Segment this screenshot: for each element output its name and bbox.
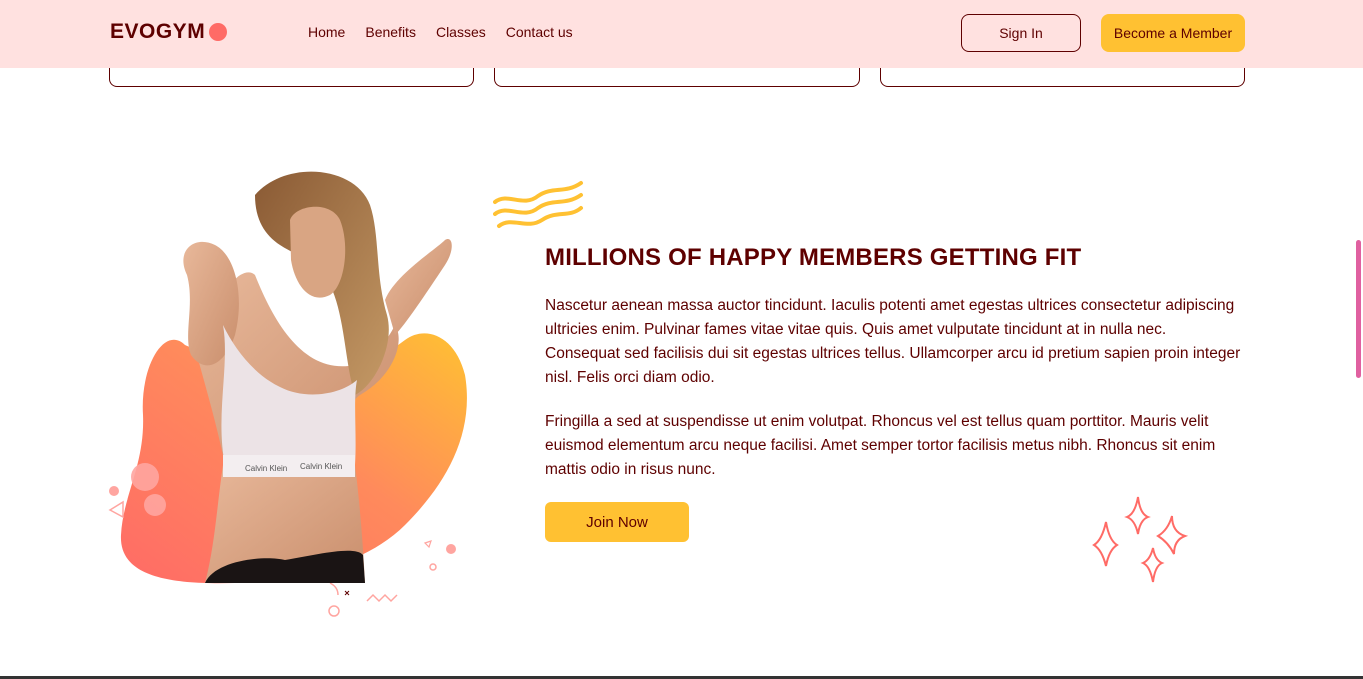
waistband-text-2: Calvin Klein	[300, 462, 342, 471]
scrollbar-thumb[interactable]	[1356, 240, 1361, 378]
nav-link-contact[interactable]: Contact us	[506, 24, 573, 40]
section-paragraph-1: Nascetur aenean massa auctor tincidunt. …	[545, 297, 1241, 386]
section-heading: MILLIONS OF HAPPY MEMBERS GETTING FIT	[545, 244, 1082, 271]
sign-in-button[interactable]: Sign In	[961, 14, 1081, 52]
section-paragraph-2: Fringilla a sed at suspendisse ut enim v…	[545, 413, 1216, 478]
logo-dot-icon	[209, 23, 228, 41]
top-navbar: EVOGYM Home Benefits Classes Contact us …	[0, 0, 1363, 68]
join-now-button[interactable]: Join Now	[545, 502, 689, 542]
nav-link-benefits[interactable]: Benefits	[365, 24, 416, 40]
nav-links: Home Benefits Classes Contact us	[308, 24, 573, 40]
hero-image: Calvin Klein Calvin Klein	[105, 165, 475, 625]
waves-decoration-icon	[493, 180, 585, 235]
nav-link-classes[interactable]: Classes	[436, 24, 486, 40]
brand-logo[interactable]: EVOGYM	[110, 20, 228, 44]
become-member-button[interactable]: Become a Member	[1101, 14, 1245, 52]
waistband-text: Calvin Klein	[245, 464, 287, 473]
brand-name: EVOGYM	[110, 20, 206, 43]
sparkles-decoration-icon	[1090, 492, 1190, 592]
nav-link-home[interactable]: Home	[308, 24, 345, 40]
